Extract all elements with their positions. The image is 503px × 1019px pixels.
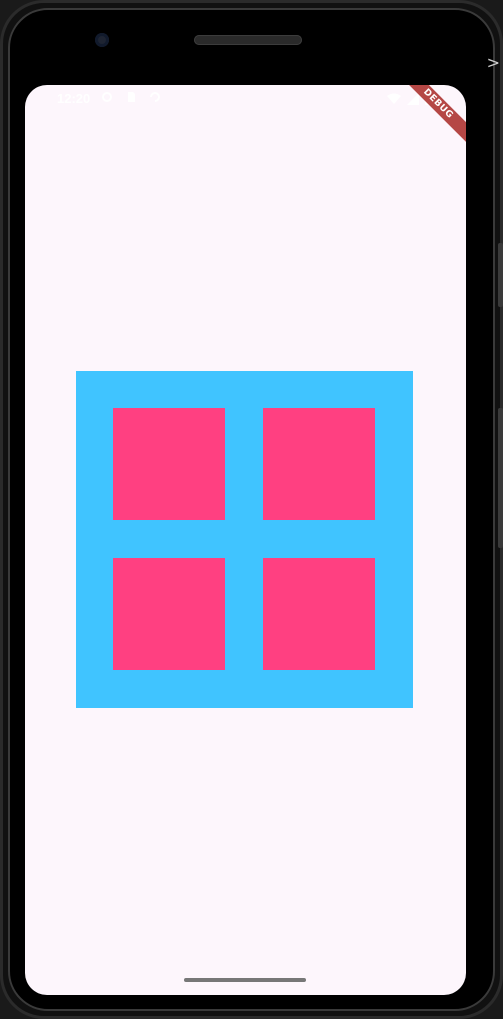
power-button[interactable] — [498, 243, 503, 307]
status-bar: 12:20 DEBUG — [25, 85, 466, 152]
tile-bottom-right — [263, 558, 375, 670]
debug-banner: DEBUG — [390, 85, 466, 152]
sim-icon — [125, 91, 137, 103]
tile-top-right — [263, 408, 375, 520]
app-screen: 12:20 DEBUG — [25, 85, 466, 995]
volume-button[interactable] — [498, 408, 503, 548]
status-time: 12:20 — [57, 91, 91, 106]
settings-icon — [101, 91, 113, 103]
grid-container — [76, 371, 413, 708]
tile-bottom-left — [113, 558, 225, 670]
sync-icon — [149, 91, 161, 103]
home-indicator[interactable] — [184, 978, 306, 982]
phone-device: > 12:20 DEBUG — [0, 0, 503, 1019]
earpiece-speaker — [194, 35, 302, 45]
wifi-icon — [387, 90, 401, 109]
tile-top-left — [113, 408, 225, 520]
chevron-right-icon: > — [486, 53, 500, 72]
front-camera — [95, 33, 109, 47]
